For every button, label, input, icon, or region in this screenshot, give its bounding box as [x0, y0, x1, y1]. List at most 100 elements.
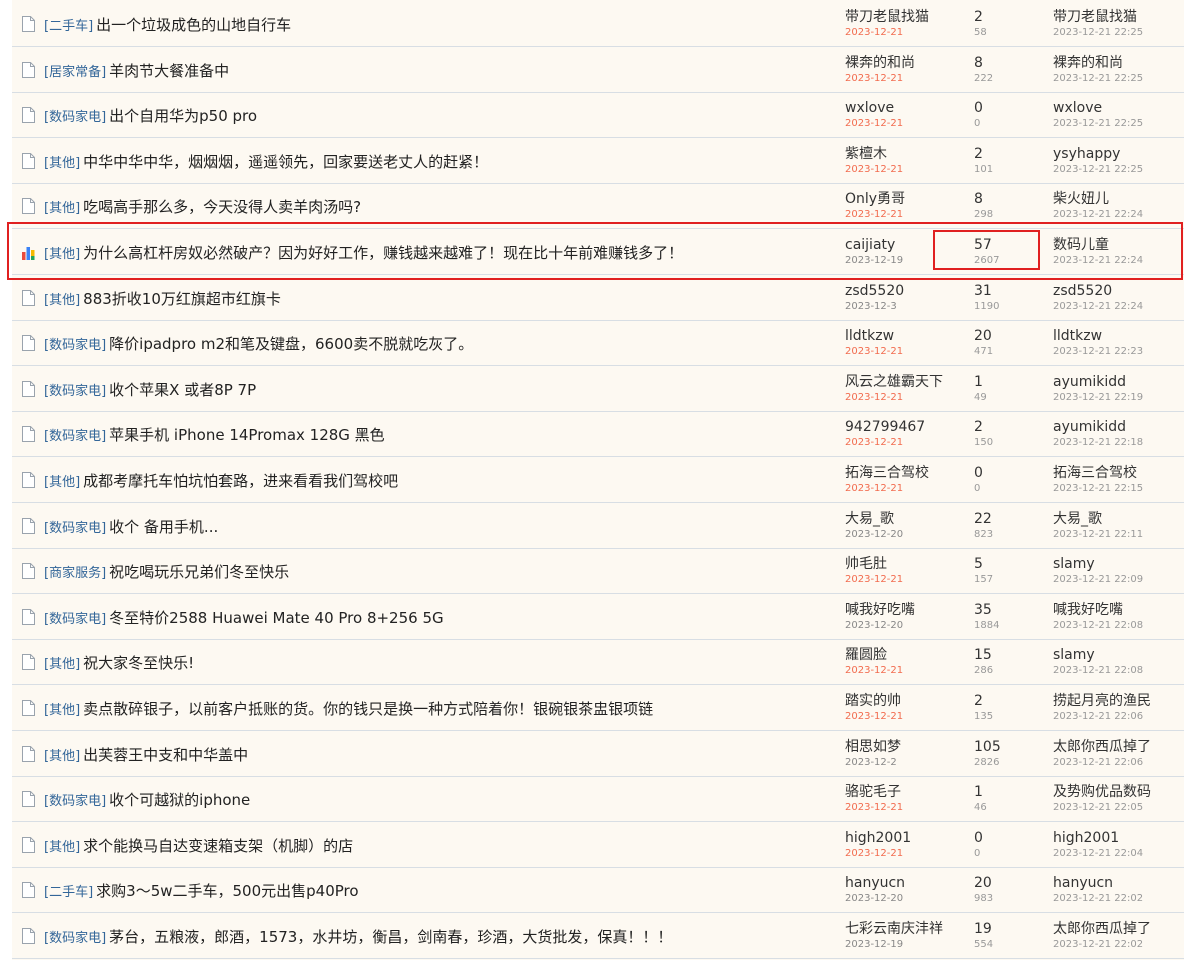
thread-title-link[interactable]: 中华中华中华，烟烟烟，遥遥领先，回家要送老丈人的赶紧！ — [83, 153, 488, 171]
thread-title-link[interactable]: 茅台，五粮液，郎酒，1573，水井坊，衡昌，剑南春，珍酒，大货批发，保真！！！ — [109, 928, 672, 946]
author-name-link[interactable]: 骆驼毛子 — [845, 784, 903, 801]
thread-row[interactable]: [数码家电] 收个可越狱的iphone 骆驼毛子 2023-12-21 1 46 及势购优品… — [12, 777, 1184, 823]
author-name-link[interactable]: 喊我好吃嘴 — [845, 602, 915, 619]
document-icon[interactable] — [21, 517, 36, 535]
last-poster-link[interactable]: 捞起月亮的渔民 — [1053, 693, 1151, 710]
thread-row[interactable]: [数码家电] 收个 备用手机... 大易_歌 2023-12-20 22 823 大易_歌 2… — [12, 504, 1184, 549]
last-poster-link[interactable]: ayumikidd — [1053, 374, 1143, 391]
thread-title-link[interactable]: 出芙蓉王中支和中华盖中 — [83, 746, 248, 764]
author-name-link[interactable]: hanyucn — [845, 875, 905, 892]
document-icon[interactable] — [21, 699, 36, 717]
last-post-time[interactable]: 2023-12-21 22:08 — [1053, 664, 1143, 677]
last-post-time[interactable]: 2023-12-21 22:09 — [1053, 573, 1143, 586]
thread-title-link[interactable]: 羊肉节大餐准备中 — [109, 62, 229, 80]
thread-category-link[interactable]: [其他] — [44, 293, 80, 308]
thread-row[interactable]: [其他] 883折收10万红旗超市红旗卡 zsd5520 2023-12-3 31 119… — [12, 276, 1184, 321]
thread-category-link[interactable]: [数码家电] — [44, 110, 106, 125]
thread-title-link[interactable]: 吃喝高手那么多，今天没得人卖羊肉汤吗? — [83, 198, 361, 216]
thread-row[interactable]: [其他] 吃喝高手那么多，今天没得人卖羊肉汤吗? Only勇哥 2023-12-21 8… — [12, 184, 1184, 230]
document-icon[interactable] — [21, 106, 36, 124]
last-poster-link[interactable]: 柴火妞儿 — [1053, 191, 1143, 208]
last-poster-link[interactable]: ayumikidd — [1053, 419, 1143, 436]
last-post-time[interactable]: 2023-12-21 22:08 — [1053, 619, 1143, 632]
last-poster-link[interactable]: lldtkzw — [1053, 328, 1143, 345]
thread-row[interactable]: [其他] 祝大家冬至快乐! 羅圆脸 2023-12-21 15 286 slamy 2023-… — [12, 640, 1184, 686]
thread-row[interactable]: [其他] 中华中华中华，烟烟烟，遥遥领先，回家要送老丈人的赶紧！ 紫檀木 2023-1… — [12, 139, 1184, 184]
thread-row[interactable]: [二手车] 求购3～5w二手车，500元出售p40Pro hanyucn 2023-1… — [12, 868, 1184, 914]
thread-category-link[interactable]: [其他] — [44, 247, 80, 262]
last-post-time[interactable]: 2023-12-21 22:02 — [1053, 892, 1143, 905]
thread-title-link[interactable]: 为什么高杠杆房奴必然破产？因为好好工作，赚钱越来越难了！现在比十年前难赚钱多了！ — [83, 244, 683, 262]
document-icon[interactable] — [21, 790, 36, 808]
document-icon[interactable] — [21, 15, 36, 33]
thread-title-link[interactable]: 求个能换马自达变速箱支架（机脚）的店 — [83, 837, 353, 855]
author-name-link[interactable]: lldtkzw — [845, 328, 903, 345]
thread-title-link[interactable]: 降价ipadpro m2和笔及键盘，6600卖不脱就吃灰了。 — [109, 335, 473, 353]
document-icon[interactable] — [21, 471, 36, 489]
document-icon[interactable] — [21, 881, 36, 899]
thread-title-link[interactable]: 苹果手机 iPhone 14Promax 128G 黑色 — [109, 426, 385, 444]
last-post-time[interactable]: 2023-12-21 22:06 — [1053, 756, 1151, 769]
thread-row[interactable]: [数码家电] 出个自用华为p50 pro wxlove 2023-12-21 0 0 wxl… — [12, 93, 1184, 139]
last-post-time[interactable]: 2023-12-21 22:11 — [1053, 528, 1143, 541]
last-poster-link[interactable]: 大易_歌 — [1053, 511, 1143, 528]
last-poster-link[interactable]: 喊我好吃嘴 — [1053, 602, 1143, 619]
document-icon[interactable] — [21, 425, 36, 443]
thread-row[interactable]: [数码家电] 降价ipadpro m2和笔及键盘，6600卖不脱就吃灰了。 lldt… — [12, 321, 1184, 367]
thread-row[interactable]: [数码家电] 苹果手机 iPhone 14Promax 128G 黑色 942799… — [12, 412, 1184, 458]
last-poster-link[interactable]: 太郎你西瓜掉了 — [1053, 739, 1151, 756]
document-icon[interactable] — [21, 608, 36, 626]
thread-row[interactable]: [居家常备] 羊肉节大餐准备中 裸奔的和尚 2023-12-21 8 222 裸奔的和尚 20… — [12, 48, 1184, 93]
last-post-time[interactable]: 2023-12-21 22:02 — [1053, 938, 1151, 951]
author-name-link[interactable]: wxlove — [845, 100, 903, 117]
last-post-time[interactable]: 2023-12-21 22:24 — [1053, 208, 1143, 221]
thread-category-link[interactable]: [数码家电] — [44, 794, 106, 809]
document-icon[interactable] — [21, 197, 36, 215]
last-post-time[interactable]: 2023-12-21 22:04 — [1053, 847, 1143, 860]
thread-title-link[interactable]: 收个 备用手机... — [109, 518, 218, 536]
last-poster-link[interactable]: slamy — [1053, 556, 1143, 573]
thread-row[interactable]: [其他] 求个能换马自达变速箱支架（机脚）的店 high2001 2023-12-21… — [12, 823, 1184, 868]
thread-category-link[interactable]: [二手车] — [44, 885, 93, 900]
thread-category-link[interactable]: [数码家电] — [44, 384, 106, 399]
thread-category-link[interactable]: [居家常备] — [44, 65, 106, 80]
author-name-link[interactable]: caijiaty — [845, 237, 903, 254]
thread-row[interactable]: [数码家电] 茅台，五粮液，郎酒，1573，水井坊，衡昌，剑南春，珍酒，大货批发，… — [12, 914, 1184, 959]
document-icon[interactable] — [21, 334, 36, 352]
poll-icon[interactable] — [21, 243, 36, 261]
thread-title-link[interactable]: 卖点散碎银子，以前客户抵账的货。你的钱只是换一种方式陪着你！银碗银茶盅银项链 — [83, 700, 653, 718]
last-post-time[interactable]: 2023-12-21 22:05 — [1053, 801, 1151, 814]
last-poster-link[interactable]: hanyucn — [1053, 875, 1143, 892]
author-name-link[interactable]: 七彩云南庆沣祥 — [845, 921, 943, 938]
author-name-link[interactable]: 带刀老鼠找猫 — [845, 9, 929, 26]
author-name-link[interactable]: Only勇哥 — [845, 191, 905, 208]
last-poster-link[interactable]: zsd5520 — [1053, 283, 1143, 300]
document-icon[interactable] — [21, 380, 36, 398]
last-post-time[interactable]: 2023-12-21 22:25 — [1053, 26, 1143, 39]
author-name-link[interactable]: 紫檀木 — [845, 146, 903, 163]
thread-category-link[interactable]: [其他] — [44, 703, 80, 718]
thread-category-link[interactable]: [数码家电] — [44, 931, 106, 946]
thread-category-link[interactable]: [数码家电] — [44, 429, 106, 444]
thread-title-link[interactable]: 883折收10万红旗超市红旗卡 — [83, 290, 281, 308]
last-post-time[interactable]: 2023-12-21 22:25 — [1053, 163, 1143, 176]
thread-row[interactable]: [其他] 卖点散碎银子，以前客户抵账的货。你的钱只是换一种方式陪着你！银碗银茶盅银… — [12, 686, 1184, 731]
last-post-time[interactable]: 2023-12-21 22:23 — [1053, 345, 1143, 358]
document-icon[interactable] — [21, 653, 36, 671]
document-icon[interactable] — [21, 61, 36, 79]
author-name-link[interactable]: 相思如梦 — [845, 739, 901, 756]
thread-title-link[interactable]: 求购3～5w二手车，500元出售p40Pro — [96, 882, 358, 900]
thread-title-link[interactable]: 冬至特价2588 Huawei Mate 40 Pro 8+256 5G — [109, 609, 443, 627]
thread-category-link[interactable]: [数码家电] — [44, 521, 106, 536]
thread-title-link[interactable]: 成都考摩托车怕坑怕套路，进来看看我们驾校吧 — [83, 472, 398, 490]
last-poster-link[interactable]: 带刀老鼠找猫 — [1053, 9, 1143, 26]
last-post-time[interactable]: 2023-12-21 22:25 — [1053, 72, 1143, 85]
thread-category-link[interactable]: [商家服务] — [44, 566, 106, 581]
thread-row[interactable]: [数码家电] 冬至特价2588 Huawei Mate 40 Pro 8+256 … — [12, 595, 1184, 640]
author-name-link[interactable]: 裸奔的和尚 — [845, 55, 915, 72]
last-post-time[interactable]: 2023-12-21 22:06 — [1053, 710, 1151, 723]
thread-category-link[interactable]: [二手车] — [44, 19, 93, 34]
author-name-link[interactable]: 羅圆脸 — [845, 647, 903, 664]
author-name-link[interactable]: 帅毛肚 — [845, 556, 903, 573]
last-poster-link[interactable]: 太郎你西瓜掉了 — [1053, 921, 1151, 938]
